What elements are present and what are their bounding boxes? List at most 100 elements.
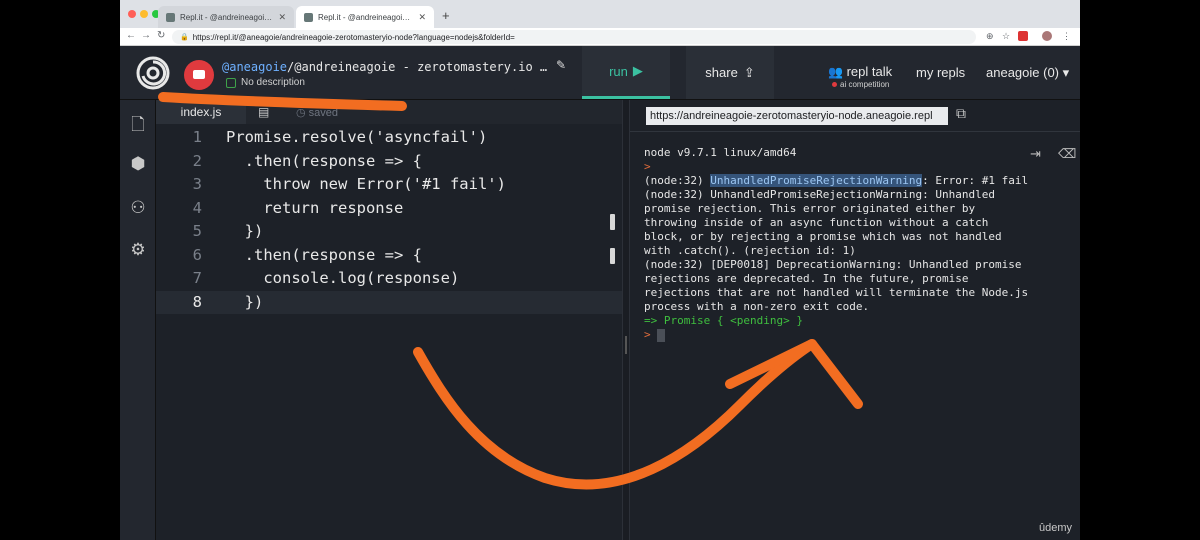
repl-talk-label: repl talk xyxy=(846,64,893,79)
live-dot-icon xyxy=(832,82,837,87)
repl-header: @aneagoie/@andreineagoie - zerotomastery… xyxy=(120,46,1080,100)
code-lines[interactable]: 1 Promise.resolve('asyncfail') 2 .then(res… xyxy=(156,126,622,314)
close-tab-icon[interactable]: ✕ xyxy=(278,12,286,23)
repl-url-field[interactable]: https://andreineagoie-zerotomasteryio-no… xyxy=(646,107,948,125)
tab-title: Repl.it - @andreineagoie - zer xyxy=(180,12,274,22)
settings-gear-icon[interactable]: ⚙ xyxy=(120,240,156,260)
output-line: (node:32) UnhandledPromiseRejectionWarni… xyxy=(644,188,995,201)
output-line: promise rejection. This error originated… xyxy=(644,202,976,215)
output-line: rejections are deprecated. In the future… xyxy=(644,272,969,285)
console-divider xyxy=(630,131,1080,132)
address-bar[interactable]: 🔒 https://repl.it/@aneagoie/andreineagoi… xyxy=(172,30,976,44)
user-avatar[interactable] xyxy=(184,60,214,90)
output-line: throwing inside of an async function wit… xyxy=(644,216,989,229)
version-line: node v9.7.1 linux/amd64 xyxy=(644,146,797,159)
replit-logo-icon[interactable] xyxy=(136,56,170,90)
files-icon[interactable]: 🗋 xyxy=(120,112,156,141)
share-label: share xyxy=(705,65,738,80)
new-tab-icon[interactable]: + xyxy=(442,8,450,23)
description-text: No description xyxy=(241,77,305,88)
multiplayer-icon[interactable]: ⚇ xyxy=(120,198,156,218)
editor-scrollbar-thumb[interactable] xyxy=(610,214,615,230)
editor-scrollbar-thumb[interactable] xyxy=(610,248,615,264)
user-menu[interactable]: aneagoie (0) ▾ xyxy=(986,65,1069,81)
code-line[interactable]: 2 .then(response => { xyxy=(156,150,622,174)
line-number: 5 xyxy=(192,222,202,240)
browser-tab-active[interactable]: Repl.it - @andreineagoie - zer ✕ xyxy=(296,6,434,28)
run-button[interactable]: run ▶ xyxy=(582,46,670,99)
browser-menu-icon[interactable]: ⋮ xyxy=(1062,31,1071,42)
code-line[interactable]: 3 throw new Error('#1 fail') xyxy=(156,173,622,197)
output-line: block, or by rejecting a promise which w… xyxy=(644,230,1002,243)
sidebar: 🗋 ⬢ ⚇ ⚙ xyxy=(120,100,156,540)
lock-icon: 🔒 xyxy=(180,34,189,41)
selected-text[interactable]: UnhandledPromiseRejectionWarning xyxy=(710,174,923,187)
code-line[interactable]: 1 Promise.resolve('asyncfail') xyxy=(156,126,622,150)
code-editor[interactable]: index.js ▤ ◷ saved 1 Promise.resolve('asy… xyxy=(156,100,622,540)
result-line: => Promise { <pending> } xyxy=(644,314,803,327)
udemy-watermark: ûdemy xyxy=(1038,522,1072,534)
repl-talk-link[interactable]: 👥 repl talk xyxy=(828,64,892,79)
ai-competition-badge[interactable]: ai competition xyxy=(832,80,889,89)
console-output[interactable]: node v9.7.1 linux/amd64 > (node:32) Unha… xyxy=(644,146,1076,342)
code-text[interactable]: .then(response => { xyxy=(226,150,422,174)
line-number: 4 xyxy=(192,198,202,217)
code-text[interactable]: .then(response => { xyxy=(226,244,422,268)
console-prompt: > xyxy=(644,160,651,173)
code-text[interactable]: return response xyxy=(226,197,403,221)
open-external-icon[interactable]: ⧉ xyxy=(956,105,966,122)
code-line[interactable]: 5 }) xyxy=(156,220,622,244)
code-text[interactable]: Promise.resolve('asyncfail') xyxy=(226,126,487,150)
minimize-window-dot[interactable] xyxy=(140,10,148,18)
packages-icon[interactable]: ⬢ xyxy=(120,154,156,174)
input-line[interactable]: > xyxy=(644,328,1076,342)
divider-grip[interactable] xyxy=(625,336,627,354)
close-tab-icon[interactable]: ✕ xyxy=(418,12,426,23)
code-text[interactable]: }) xyxy=(226,220,264,244)
line-number: 3 xyxy=(192,175,202,193)
repl-name: /@andreineagoie - zerotomastery.io … xyxy=(287,60,548,74)
my-repls-link[interactable]: my repls xyxy=(916,65,965,80)
code-line[interactable]: 4 return response xyxy=(156,197,622,221)
zoom-icon[interactable]: ⊕ xyxy=(986,31,994,42)
output-line: process with a non-zero exit code. xyxy=(644,300,870,313)
forward-icon[interactable]: → xyxy=(141,30,151,41)
replit-favicon xyxy=(304,12,313,22)
code-line[interactable]: 8 }) xyxy=(156,290,622,315)
tab-title: Repl.it - @andreineagoie - zer xyxy=(318,12,413,22)
warning-line: (node:32) UnhandledPromiseRejectionWarni… xyxy=(644,174,1076,188)
editor-tabs: index.js ▤ ◷ saved xyxy=(156,100,622,124)
run-label: run xyxy=(609,63,628,79)
share-button[interactable]: share ⇪ xyxy=(686,46,774,99)
tab-index-js[interactable]: index.js xyxy=(156,100,246,124)
code-text[interactable]: console.log(response) xyxy=(226,267,459,291)
code-text[interactable]: }) xyxy=(226,291,264,315)
code-line[interactable]: 6 .then(response => { xyxy=(156,244,622,268)
saved-status: ◷ saved xyxy=(296,106,338,119)
extension-icon[interactable] xyxy=(1018,31,1028,41)
screen-frame: Repl.it - @andreineagoie - zer ✕ Repl.it… xyxy=(120,0,1080,540)
code-text[interactable]: throw new Error('#1 fail') xyxy=(226,173,506,197)
play-icon: ▶ xyxy=(632,63,643,78)
warning-suffix: : Error: #1 fail xyxy=(922,174,1029,187)
edit-pencil-icon[interactable]: ✎ xyxy=(556,58,566,72)
output-lines: (node:32) UnhandledPromiseRejectionWarni… xyxy=(644,188,1076,314)
output-line: (node:32) [DEP0018] DeprecationWarning: … xyxy=(644,258,1022,271)
line-number: 6 xyxy=(192,245,202,264)
close-window-dot[interactable] xyxy=(128,10,136,18)
output-line: with .catch(). (rejection id: 1) xyxy=(644,244,856,257)
browser-tab[interactable]: Repl.it - @andreineagoie - zer ✕ xyxy=(158,6,294,28)
console-pane: https://andreineagoie-zerotomasteryio-no… xyxy=(630,100,1080,540)
profile-icon[interactable] xyxy=(1042,31,1052,41)
back-icon[interactable]: ← xyxy=(126,30,136,41)
line-number: 1 xyxy=(192,128,202,146)
code-line[interactable]: 7 console.log(response) xyxy=(156,267,622,291)
pane-divider[interactable] xyxy=(622,100,630,540)
file-icon[interactable]: ▤ xyxy=(258,105,269,119)
reload-icon[interactable]: ↻ xyxy=(157,30,165,41)
nodejs-icon xyxy=(226,77,236,88)
output-line: rejections that are not handled will ter… xyxy=(644,286,1029,299)
bookmark-star-icon[interactable]: ☆ xyxy=(1002,31,1010,42)
owner-link[interactable]: @aneagoie xyxy=(222,60,287,74)
username: aneagoie (0) xyxy=(986,65,1059,80)
